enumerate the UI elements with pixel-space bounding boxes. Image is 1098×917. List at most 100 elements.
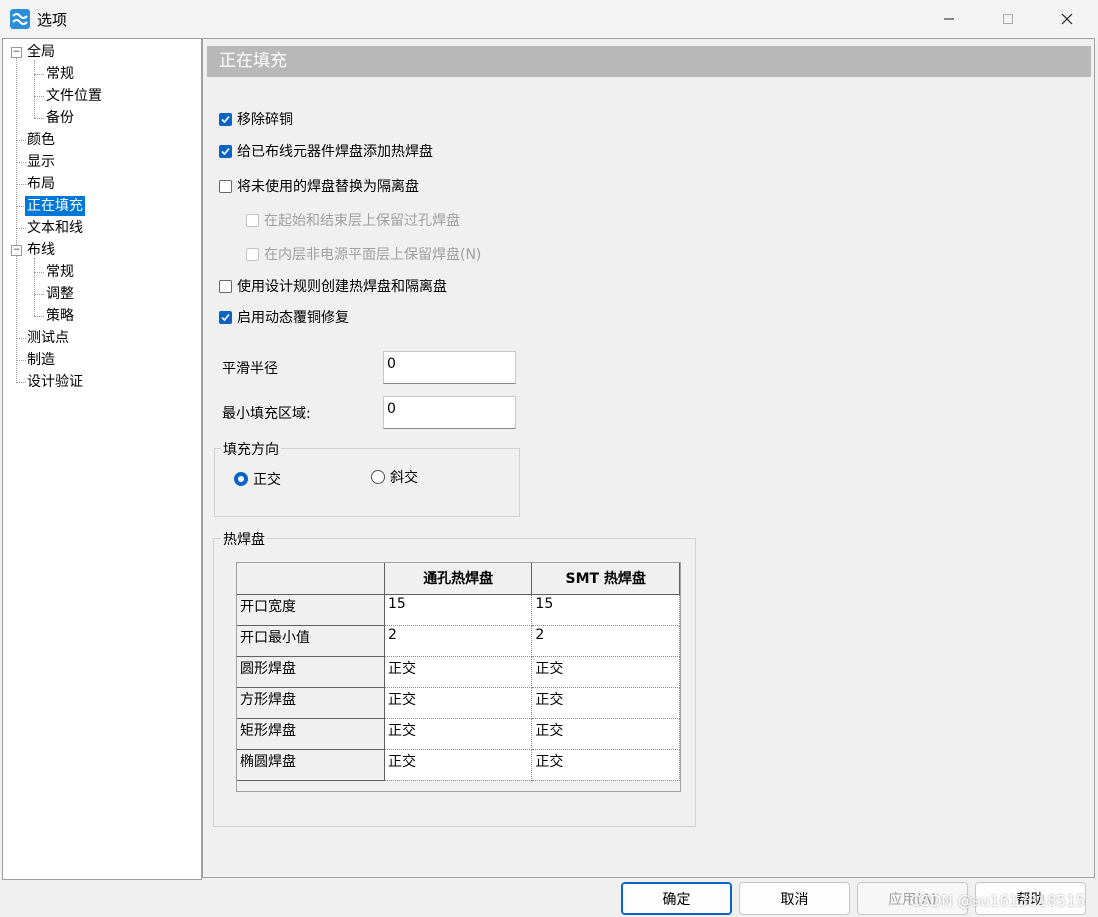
- replace-unused-pads-checkbox[interactable]: 将未使用的焊盘替换为隔离盘: [219, 176, 419, 196]
- checkbox-disabled-icon: [246, 247, 259, 261]
- tree-item-strategy[interactable]: 策略: [46, 306, 74, 326]
- dynamic-repair-checkbox[interactable]: 启用动态覆铜修复: [219, 307, 349, 327]
- smoothing-radius-label: 平滑半径: [222, 361, 278, 377]
- table-row: 方形焊盘 正交 正交: [237, 687, 680, 719]
- tree-connector: [34, 96, 44, 97]
- table-row: 椭圆焊盘 正交 正交: [237, 749, 680, 781]
- tree-connector: [16, 360, 26, 361]
- table-cell[interactable]: 正交: [384, 749, 533, 781]
- table-cell[interactable]: 正交: [384, 687, 533, 719]
- corner-header: [237, 563, 385, 595]
- tree-item-manufacturing[interactable]: 制造: [27, 350, 55, 370]
- orthogonal-radio[interactable]: 正交: [234, 469, 281, 489]
- tree-item-global[interactable]: 全局: [27, 42, 55, 62]
- table-cell[interactable]: 正交: [384, 718, 533, 750]
- tree-item-routing[interactable]: 布线: [27, 240, 55, 260]
- table-row: 开口宽度 15 15: [237, 594, 680, 626]
- table-row: 矩形焊盘 正交 正交: [237, 718, 680, 750]
- tree-connector: [16, 140, 26, 141]
- checkbox-label: 移除碎铜: [237, 112, 293, 128]
- collapse-routing-icon[interactable]: −: [11, 245, 22, 256]
- table-cell[interactable]: 正交: [531, 656, 680, 688]
- app-icon: [10, 9, 30, 29]
- radio-label: 斜交: [390, 470, 418, 486]
- watermark: CSDN @su1613818515: [910, 892, 1086, 910]
- tree-item-adjust[interactable]: 调整: [46, 284, 74, 304]
- keep-via-pads-checkbox[interactable]: 在起始和结束层上保留过孔焊盘: [246, 210, 460, 230]
- checkbox-label: 在起始和结束层上保留过孔焊盘: [264, 213, 460, 229]
- tree-connector: [34, 60, 35, 118]
- table-row: 圆形焊盘 正交 正交: [237, 656, 680, 688]
- maximize-icon: [1003, 14, 1013, 24]
- table-cell[interactable]: 2: [531, 625, 680, 657]
- tree-connector: [34, 294, 44, 295]
- tree-item-general[interactable]: 常规: [46, 64, 74, 84]
- checkbox-checked-icon: [219, 112, 232, 126]
- tree-item-text-lines[interactable]: 文本和线: [27, 218, 83, 238]
- checkbox-label: 将未使用的焊盘替换为隔离盘: [237, 179, 419, 195]
- tree-connector: [34, 316, 44, 317]
- tree-connector: [34, 118, 44, 119]
- keep-inner-pads-checkbox[interactable]: 在内层非电源平面层上保留焊盘(N): [246, 244, 481, 264]
- table-cell[interactable]: 2: [384, 625, 533, 657]
- minimize-button[interactable]: [926, 0, 972, 38]
- min-fill-area-label: 最小填充区域:: [222, 406, 311, 422]
- ok-button[interactable]: 确定: [621, 882, 732, 915]
- options-tree[interactable]: − − 全局 常规 文件位置 备份 颜色 显示 布局 正在填充 文本和线 布线 …: [2, 38, 202, 880]
- window-title: 选项: [37, 11, 68, 29]
- collapse-global-icon[interactable]: −: [11, 47, 22, 58]
- checkbox-label: 启用动态覆铜修复: [237, 310, 349, 326]
- smoothing-radius-input[interactable]: 0: [383, 351, 516, 384]
- table-cell[interactable]: 15: [531, 594, 680, 626]
- tree-connector: [16, 382, 26, 383]
- checkbox-label: 使用设计规则创建热焊盘和隔离盘: [237, 279, 447, 295]
- tree-item-pour[interactable]: 正在填充: [25, 196, 85, 216]
- tree-item-display[interactable]: 显示: [27, 152, 55, 172]
- remove-islands-checkbox[interactable]: 移除碎铜: [219, 109, 293, 129]
- diagonal-radio[interactable]: 斜交: [371, 467, 418, 487]
- fill-direction-legend: 填充方向: [221, 439, 281, 459]
- row-header: 开口宽度: [237, 594, 385, 626]
- tree-item-layout[interactable]: 布局: [27, 174, 55, 194]
- tree-connector: [16, 228, 26, 229]
- page-title: 正在填充: [207, 46, 1091, 77]
- radio-label: 正交: [253, 472, 281, 488]
- tree-connector: [34, 272, 44, 273]
- table-cell[interactable]: 正交: [531, 718, 680, 750]
- tree-connector: [16, 184, 26, 185]
- tree-item-routing-general[interactable]: 常规: [46, 262, 74, 282]
- thermal-table[interactable]: 通孔热焊盘 SMT 热焊盘 开口宽度 15 15 开口最小值 2 2 圆形焊盘 …: [236, 562, 681, 792]
- close-button[interactable]: [1044, 0, 1090, 38]
- checkbox-unchecked-icon: [219, 279, 232, 293]
- tree-item-file-locations[interactable]: 文件位置: [46, 86, 102, 106]
- checkbox-checked-icon: [219, 310, 232, 324]
- minimize-icon: [944, 18, 954, 20]
- checkbox-label: 在内层非电源平面层上保留焊盘(N): [264, 247, 482, 263]
- thermal-legend: 热焊盘: [221, 529, 267, 549]
- use-design-rules-checkbox[interactable]: 使用设计规则创建热焊盘和隔离盘: [219, 276, 447, 296]
- table-cell[interactable]: 正交: [531, 687, 680, 719]
- table-cell[interactable]: 15: [384, 594, 533, 626]
- tree-item-colors[interactable]: 颜色: [27, 130, 55, 150]
- cancel-button[interactable]: 取消: [739, 882, 850, 915]
- title-bar: 选项: [0, 0, 1098, 38]
- radio-selected-icon: [234, 472, 248, 486]
- tree-connector: [16, 162, 26, 163]
- row-header: 开口最小值: [237, 625, 385, 657]
- checkbox-unchecked-icon: [219, 179, 232, 193]
- row-header: 方形焊盘: [237, 687, 385, 719]
- tree-item-test-points[interactable]: 测试点: [27, 328, 69, 348]
- min-fill-area-input[interactable]: 0: [383, 396, 516, 429]
- tree-item-design-verification[interactable]: 设计验证: [27, 372, 83, 392]
- add-thermals-checkbox[interactable]: 给已布线元器件焊盘添加热焊盘: [219, 141, 433, 161]
- tree-item-backup[interactable]: 备份: [46, 108, 74, 128]
- tree-connector: [34, 258, 35, 316]
- maximize-button[interactable]: [985, 0, 1031, 38]
- table-cell[interactable]: 正交: [384, 656, 533, 688]
- column-header-through-hole: 通孔热焊盘: [384, 563, 533, 595]
- close-icon: [1061, 13, 1073, 25]
- tree-connector: [16, 338, 26, 339]
- row-header: 圆形焊盘: [237, 656, 385, 688]
- checkbox-label: 给已布线元器件焊盘添加热焊盘: [237, 144, 433, 160]
- table-cell[interactable]: 正交: [531, 749, 680, 781]
